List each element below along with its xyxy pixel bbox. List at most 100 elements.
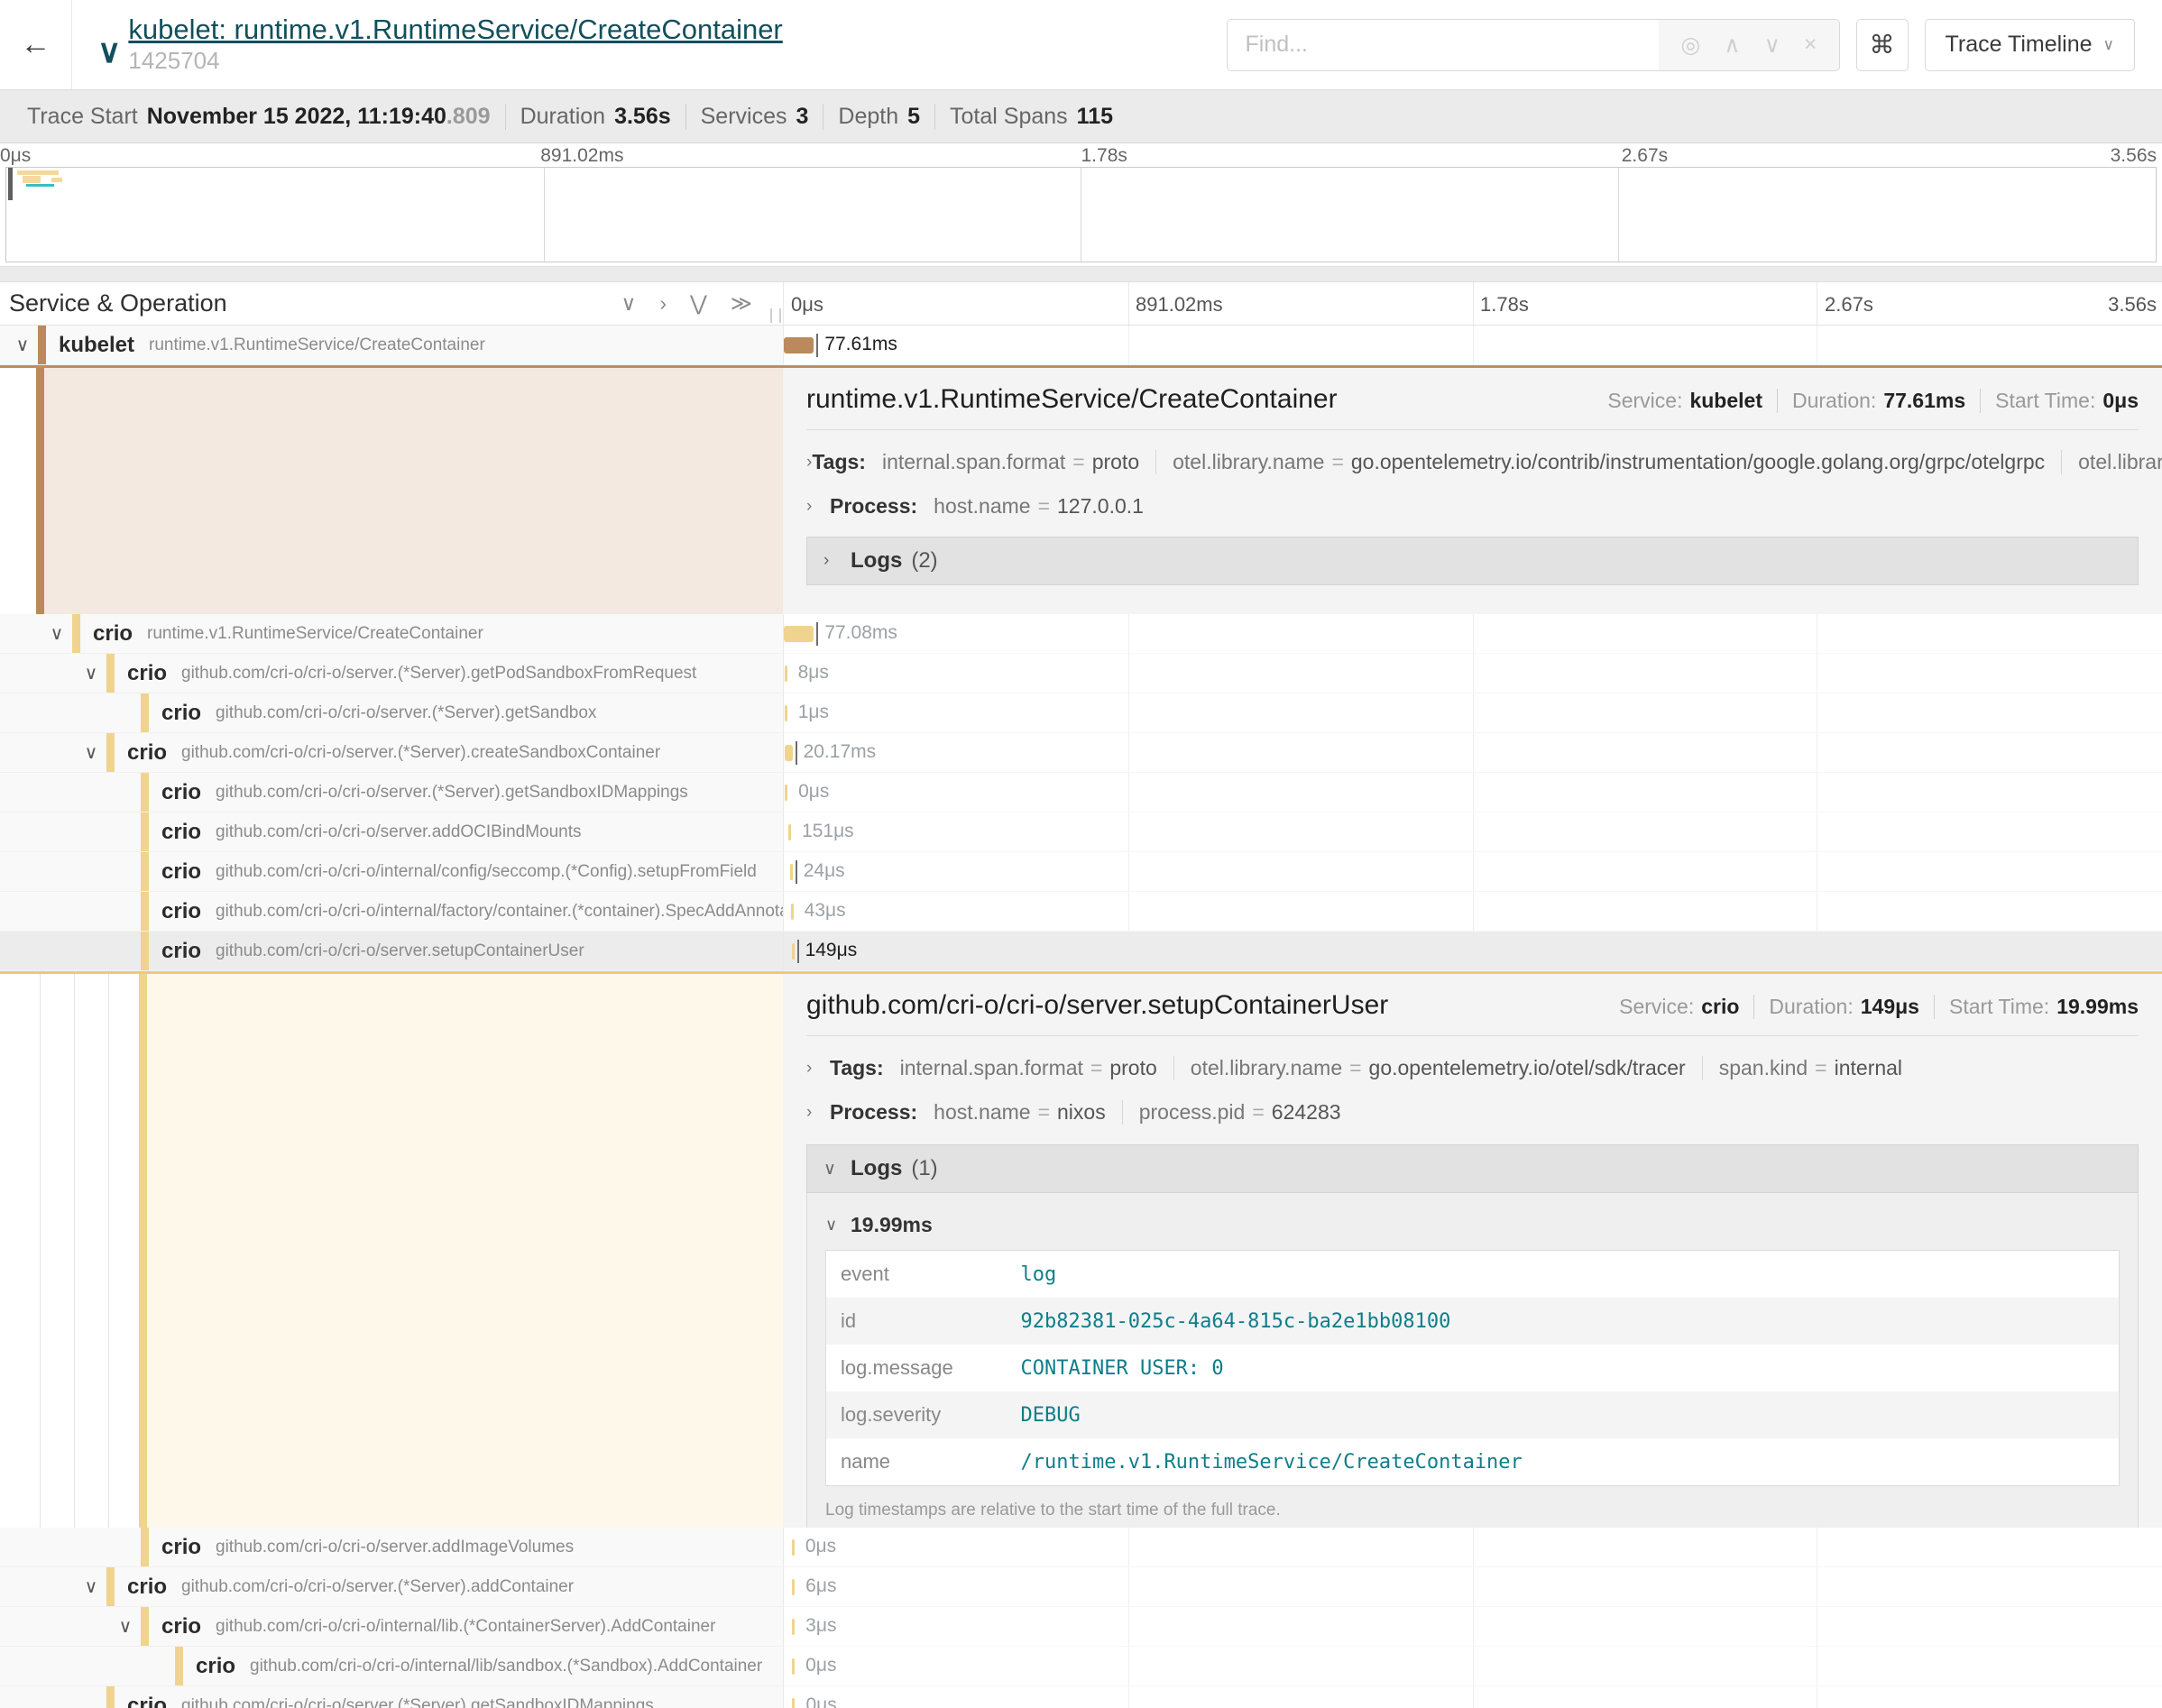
span-bar-cell[interactable]: 0μs [783, 1528, 2162, 1567]
span-duration-bar[interactable] [791, 904, 794, 920]
span-duration-bar[interactable] [785, 666, 787, 682]
expand-chevron-icon[interactable]: ∨ [110, 1615, 141, 1638]
log-field-row: id92b82381-025c-4a64-815c-ba2e1bb08100 [826, 1298, 2120, 1345]
match-locate-icon[interactable]: ◎ [1680, 32, 1700, 59]
column-resize-grip[interactable] [770, 308, 781, 323]
span-duration-bar[interactable] [792, 1619, 795, 1635]
collapse-all-icon[interactable]: ⋁ [690, 291, 707, 316]
minimap-canvas[interactable] [5, 167, 2157, 262]
logs-accordion[interactable]: › Logs (2) [806, 537, 2139, 585]
expand-one-icon[interactable]: › [659, 291, 667, 316]
span-row[interactable]: ∨criogithub.com/cri-o/cri-o/internal/lib… [0, 1607, 2162, 1647]
span-row[interactable]: criogithub.com/cri-o/cri-o/server.addOCI… [0, 813, 2162, 852]
prev-match-icon[interactable]: ∧ [1724, 32, 1740, 59]
view-select-label: Trace Timeline [1946, 32, 2093, 58]
expand-all-icon[interactable]: ≫ [731, 291, 752, 316]
logs-accordion[interactable]: ∨ Logs (1) [806, 1144, 2139, 1193]
clear-find-icon[interactable]: × [1804, 32, 1817, 58]
span-duration-bar[interactable] [788, 824, 791, 840]
process-row[interactable]: › Process: host.name=127.0.0.1 [806, 494, 2139, 519]
span-bar-cell[interactable]: 43μs [783, 892, 2162, 932]
span-row[interactable]: criogithub.com/cri-o/cri-o/server.addIma… [0, 1528, 2162, 1567]
span-row[interactable]: criogithub.com/cri-o/cri-o/server.(*Serv… [0, 773, 2162, 813]
tag-item: otel.library.name=go.opentelemetry.io/co… [1156, 450, 2062, 474]
span-bar-cell[interactable]: 6μs [783, 1567, 2162, 1607]
trace-title-chevron-icon[interactable]: ∨ [97, 32, 121, 70]
span-row[interactable]: ∨crioruntime.v1.RuntimeService/CreateCon… [0, 614, 2162, 654]
span-bar-cell[interactable]: 0μs [783, 773, 2162, 813]
collapse-one-icon[interactable]: ∨ [621, 291, 637, 316]
span-bar-cell[interactable]: 0μs [783, 1647, 2162, 1686]
expand-chevron-icon[interactable]: ∨ [76, 1575, 106, 1598]
span-duration-bar[interactable] [785, 785, 787, 801]
span-bar-cell[interactable]: 151μs [783, 813, 2162, 852]
span-row[interactable]: ∨criogithub.com/cri-o/cri-o/server.(*Ser… [0, 654, 2162, 693]
span-row[interactable]: ∨criogithub.com/cri-o/cri-o/server.(*Ser… [0, 1567, 2162, 1607]
span-duration-bar[interactable] [792, 943, 795, 960]
span-duration-bar[interactable] [785, 705, 787, 721]
span-row[interactable]: criogithub.com/cri-o/cri-o/server.(*Serv… [0, 1686, 2162, 1708]
span-detail-meta: Service:kubelet Duration:77.61ms Start T… [1593, 389, 2139, 413]
span-row[interactable]: criogithub.com/cri-o/cri-o/internal/fact… [0, 892, 2162, 932]
span-name-cell[interactable]: ∨criogithub.com/cri-o/cri-o/server.(*Ser… [0, 1567, 783, 1607]
process-row[interactable]: › Process: host.name=nixosprocess.pid=62… [806, 1100, 2139, 1125]
expand-chevron-icon[interactable]: ∨ [41, 622, 72, 645]
span-bar-cell[interactable]: 77.61ms [783, 326, 2162, 365]
span-bar-cell[interactable]: 77.08ms [783, 614, 2162, 654]
span-duration-bar[interactable] [792, 1698, 795, 1708]
span-row[interactable]: criogithub.com/cri-o/cri-o/internal/conf… [0, 852, 2162, 892]
tags-row[interactable]: › Tags: internal.span.format=protootel.l… [806, 450, 2139, 474]
span-name-cell[interactable]: ∨criogithub.com/cri-o/cri-o/server.(*Ser… [0, 733, 783, 773]
span-name-cell[interactable]: criogithub.com/cri-o/cri-o/server.addIma… [0, 1528, 783, 1567]
span-row[interactable]: ∨criogithub.com/cri-o/cri-o/server.(*Ser… [0, 733, 2162, 773]
span-bar-cell[interactable]: 149μs [783, 932, 2162, 971]
span-name-cell[interactable]: criogithub.com/cri-o/cri-o/server.setupC… [0, 932, 783, 971]
span-duration-bar[interactable] [784, 337, 814, 354]
span-bar-cell[interactable]: 24μs [783, 852, 2162, 892]
span-row[interactable]: criogithub.com/cri-o/cri-o/server.(*Serv… [0, 693, 2162, 733]
back-button[interactable]: ← [0, 0, 72, 89]
expand-chevron-icon[interactable]: ∨ [7, 334, 38, 356]
span-name-cell[interactable]: criogithub.com/cri-o/cri-o/server.addOCI… [0, 813, 783, 852]
span-duration-bar[interactable] [792, 1658, 795, 1675]
span-name-cell[interactable]: criogithub.com/cri-o/cri-o/server.(*Serv… [0, 1686, 783, 1708]
operation-name: github.com/cri-o/cri-o/server.(*Server).… [181, 664, 696, 684]
span-bar-cell[interactable]: 0μs [783, 1686, 2162, 1708]
span-name-cell[interactable]: ∨crioruntime.v1.RuntimeService/CreateCon… [0, 614, 783, 654]
span-detail-body: github.com/cri-o/cri-o/server.setupConta… [783, 974, 2162, 1528]
span-name-cell[interactable]: criogithub.com/cri-o/cri-o/internal/fact… [0, 892, 783, 932]
span-name-cell[interactable]: ∨criogithub.com/cri-o/cri-o/internal/lib… [0, 1607, 783, 1647]
span-detail-body: runtime.v1.RuntimeService/CreateContaine… [783, 368, 2162, 614]
span-name-cell[interactable]: criogithub.com/cri-o/cri-o/server.(*Serv… [0, 773, 783, 813]
minimap-range-handle[interactable] [8, 168, 13, 200]
span-row[interactable]: criogithub.com/cri-o/cri-o/server.setupC… [0, 932, 2162, 971]
span-name-cell[interactable]: ∨criogithub.com/cri-o/cri-o/server.(*Ser… [0, 654, 783, 693]
span-duration-bar[interactable] [784, 626, 814, 642]
expand-chevron-icon[interactable]: ∨ [76, 662, 106, 684]
span-duration-bar[interactable] [790, 864, 793, 880]
tag-item: otel.library.name=go.opentelemetry.io/ot… [1174, 1056, 1703, 1080]
tags-row[interactable]: › Tags: internal.span.format=protootel.l… [806, 1056, 2139, 1080]
span-bar-cell[interactable]: 20.17ms [783, 733, 2162, 773]
log-entry-toggle[interactable]: ∨ 19.99ms [825, 1206, 2120, 1250]
find-input[interactable] [1228, 20, 1660, 70]
span-bar-cell[interactable]: 1μs [783, 693, 2162, 733]
span-duration-bar[interactable] [792, 1579, 795, 1595]
span-name-cell[interactable]: criogithub.com/cri-o/cri-o/internal/lib/… [0, 1647, 783, 1686]
span-row[interactable]: ∨kubeletruntime.v1.RuntimeService/Create… [0, 326, 2162, 365]
view-select-button[interactable]: Trace Timeline ∨ [1925, 19, 2135, 71]
span-name-cell[interactable]: criogithub.com/cri-o/cri-o/server.(*Serv… [0, 693, 783, 733]
span-name-cell[interactable]: ∨kubeletruntime.v1.RuntimeService/Create… [0, 326, 783, 365]
span-bar-cell[interactable]: 8μs [783, 654, 2162, 693]
span-name-cell[interactable]: criogithub.com/cri-o/cri-o/internal/conf… [0, 852, 783, 892]
logs-label: Logs [851, 1156, 902, 1181]
span-duration-bar[interactable] [785, 745, 793, 761]
expand-chevron-icon[interactable]: ∨ [76, 741, 106, 764]
section-divider [0, 266, 2162, 282]
span-row[interactable]: criogithub.com/cri-o/cri-o/internal/lib/… [0, 1647, 2162, 1686]
trace-title-link[interactable]: kubelet: runtime.v1.RuntimeService/Creat… [128, 14, 782, 45]
span-duration-bar[interactable] [792, 1539, 795, 1556]
keyboard-shortcuts-button[interactable]: ⌘ [1856, 19, 1909, 71]
span-bar-cell[interactable]: 3μs [783, 1607, 2162, 1647]
next-match-icon[interactable]: ∨ [1764, 32, 1780, 59]
